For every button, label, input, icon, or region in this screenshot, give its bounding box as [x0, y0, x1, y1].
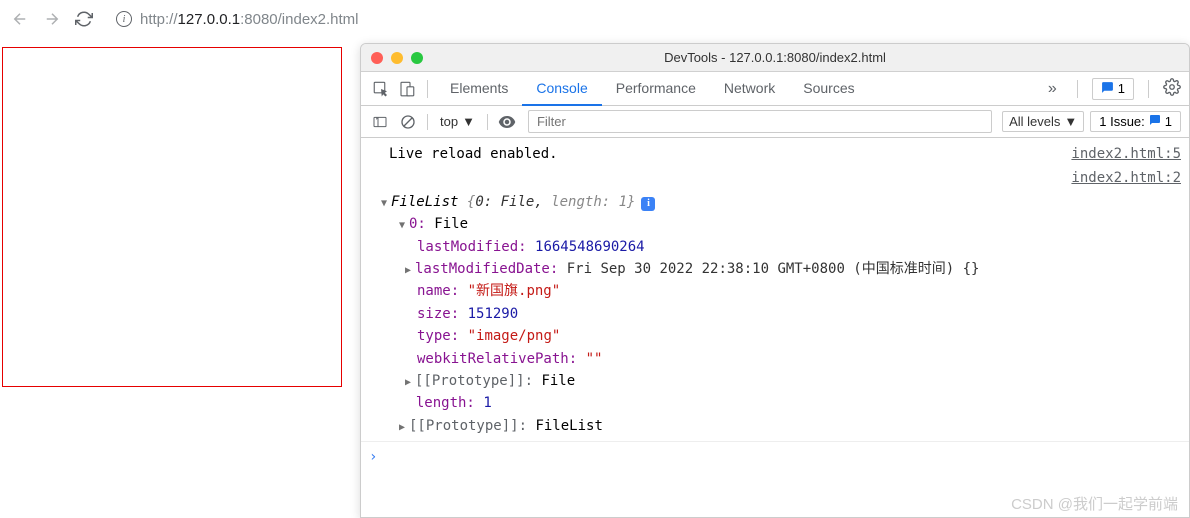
console-messages-badge[interactable]: 1 [1092, 78, 1134, 100]
log-entry: Live reload enabled. index2.html:5 [361, 142, 1189, 166]
clear-console-icon[interactable] [397, 111, 419, 133]
devtools-tabs: Elements Console Performance Network Sou… [436, 72, 869, 106]
context-selector[interactable]: top ▼ [436, 112, 479, 131]
issues-badge[interactable]: 1 Issue: 1 [1090, 111, 1181, 132]
log-levels-selector[interactable]: All levels ▼ [1002, 111, 1084, 132]
tab-elements[interactable]: Elements [436, 72, 522, 106]
tab-sources[interactable]: Sources [789, 72, 868, 106]
object-property[interactable]: name: "新国旗.png" [361, 280, 1189, 302]
object-row[interactable]: ▼0: File [361, 213, 1189, 235]
chevron-down-icon: ▼ [1064, 114, 1077, 129]
object-row[interactable]: ▼FileList {0: File, length: 1}i [361, 191, 1189, 213]
watermark: CSDN @我们一起学前端 [1011, 493, 1178, 514]
reload-button[interactable] [74, 9, 94, 29]
console-output: Live reload enabled. index2.html:5 index… [361, 138, 1189, 517]
address-bar[interactable]: i http://127.0.0.1:8080/index2.html [106, 7, 1180, 32]
separator [427, 114, 428, 130]
disclosure-triangle-icon[interactable]: ▶ [405, 375, 415, 391]
object-property[interactable]: ▶lastModifiedDate: Fri Sep 30 2022 22:38… [361, 258, 1189, 280]
log-entry: index2.html:2 [361, 166, 1189, 190]
separator [427, 80, 428, 98]
object-property[interactable]: size: 151290 [361, 303, 1189, 325]
tab-performance[interactable]: Performance [602, 72, 710, 106]
devtools-titlebar[interactable]: DevTools - 127.0.0.1:8080/index2.html [361, 44, 1189, 72]
site-info-icon[interactable]: i [116, 11, 132, 27]
forward-button[interactable] [42, 9, 62, 29]
disclosure-triangle-icon[interactable]: ▶ [399, 420, 409, 436]
inspect-element-icon[interactable] [369, 77, 393, 101]
object-property[interactable]: webkitRelativePath: "" [361, 348, 1189, 370]
close-window-button[interactable] [371, 52, 383, 64]
sidebar-toggle-icon[interactable] [369, 111, 391, 133]
message-count: 1 [1118, 81, 1125, 96]
browser-toolbar: i http://127.0.0.1:8080/index2.html [0, 0, 1190, 38]
minimize-window-button[interactable] [391, 52, 403, 64]
maximize-window-button[interactable] [411, 52, 423, 64]
console-filter-bar: top ▼ All levels ▼ 1 Issue: 1 [361, 106, 1189, 138]
more-tabs-button[interactable]: » [1042, 80, 1063, 98]
disclosure-triangle-icon[interactable]: ▼ [399, 218, 409, 234]
tab-network[interactable]: Network [710, 72, 789, 106]
separator [487, 114, 488, 130]
source-link[interactable]: index2.html:5 [1071, 143, 1189, 165]
devtools-window: DevTools - 127.0.0.1:8080/index2.html El… [360, 43, 1190, 518]
message-icon [1149, 114, 1161, 129]
object-property[interactable]: length: 1 [361, 392, 1189, 414]
back-button[interactable] [10, 9, 30, 29]
separator [1148, 80, 1149, 98]
devtools-tabs-bar: Elements Console Performance Network Sou… [361, 72, 1189, 106]
settings-icon[interactable] [1163, 78, 1181, 99]
devtools-title: DevTools - 127.0.0.1:8080/index2.html [664, 50, 886, 65]
object-property[interactable]: lastModified: 1664548690264 [361, 236, 1189, 258]
page-content-box [2, 47, 342, 387]
object-property[interactable]: ▶[[Prototype]]: FileList [361, 415, 1189, 437]
chevron-down-icon: ▼ [462, 114, 475, 129]
disclosure-triangle-icon[interactable]: ▶ [405, 263, 415, 279]
filter-input[interactable] [528, 110, 992, 133]
traffic-lights [371, 52, 423, 64]
tab-console[interactable]: Console [522, 72, 601, 106]
separator [1077, 80, 1078, 98]
url-text: http://127.0.0.1:8080/index2.html [140, 11, 359, 28]
disclosure-triangle-icon[interactable]: ▼ [381, 196, 391, 212]
live-expression-icon[interactable] [496, 111, 518, 133]
console-prompt[interactable]: › [361, 441, 1189, 472]
object-property[interactable]: ▶[[Prototype]]: File [361, 370, 1189, 392]
source-link[interactable]: index2.html:2 [1071, 167, 1189, 189]
object-property[interactable]: type: "image/png" [361, 325, 1189, 347]
message-icon [1101, 81, 1114, 97]
device-toolbar-icon[interactable] [395, 77, 419, 101]
info-icon[interactable]: i [641, 197, 655, 211]
